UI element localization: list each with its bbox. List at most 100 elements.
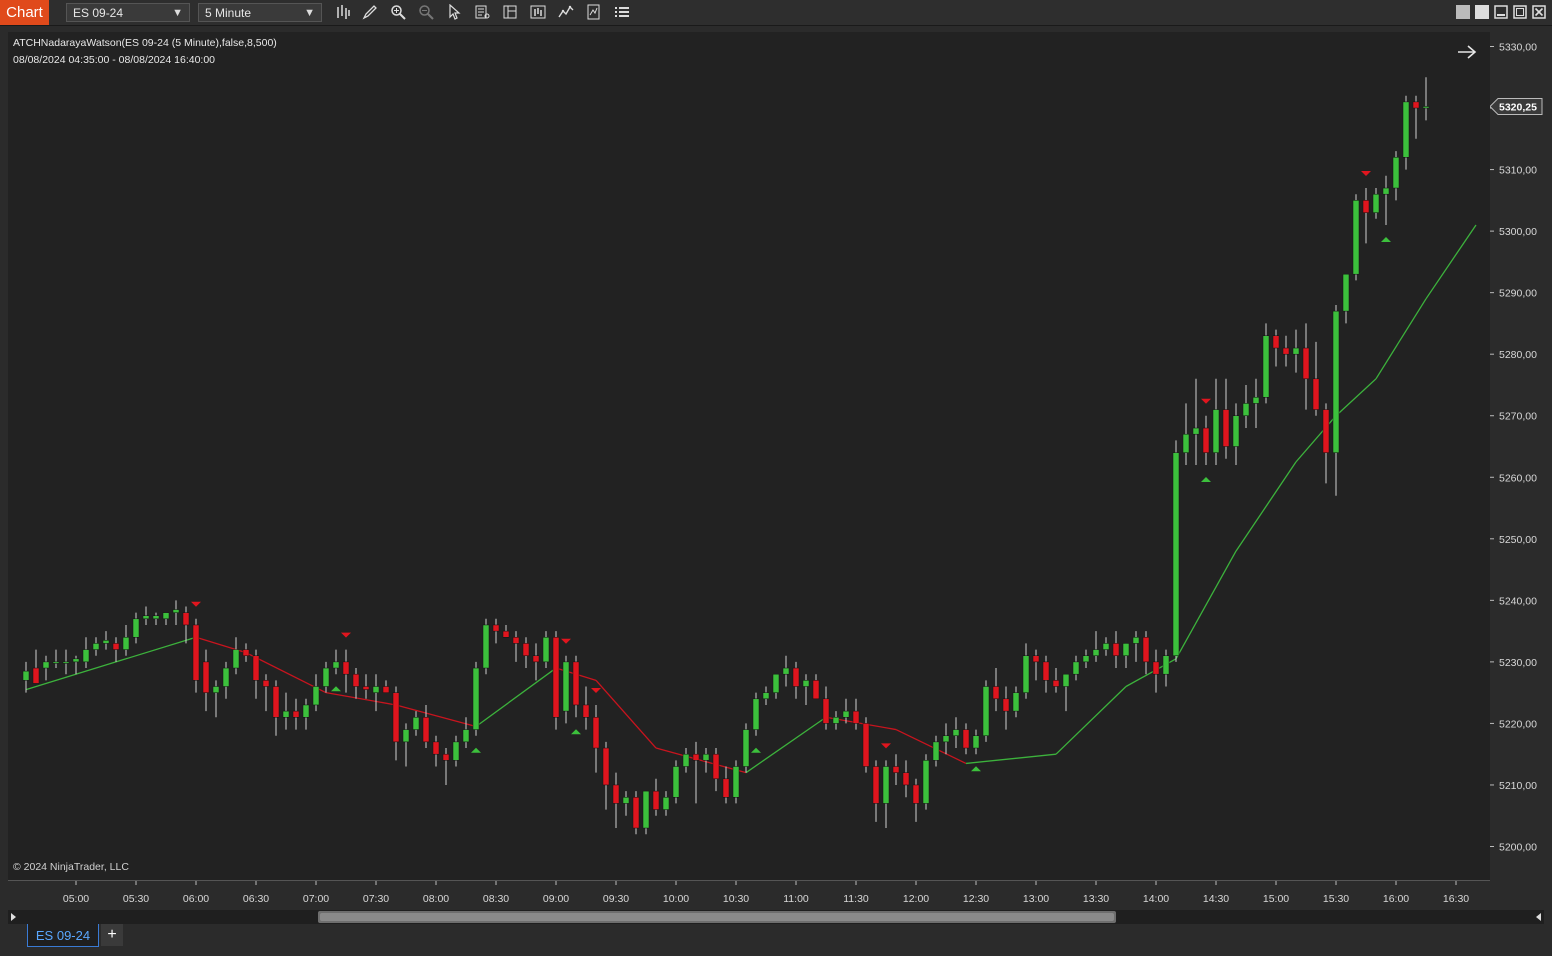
candle-body bbox=[1132, 637, 1140, 644]
chart-trader-icon[interactable] bbox=[530, 4, 546, 20]
chevron-down-icon: ▼ bbox=[172, 7, 183, 19]
y-tick-label: 5300,00 bbox=[1499, 226, 1537, 238]
buy-signal-arrow bbox=[1381, 236, 1391, 242]
pointer-icon[interactable] bbox=[446, 4, 462, 20]
properties-icon[interactable] bbox=[614, 4, 630, 20]
candle-body bbox=[242, 649, 250, 656]
maximize-icon[interactable] bbox=[1513, 5, 1527, 19]
chart-style-icon[interactable] bbox=[502, 4, 518, 20]
minimize-icon[interactable] bbox=[1494, 5, 1508, 19]
arrow-right-icon[interactable] bbox=[1456, 44, 1478, 60]
nw-line-segment bbox=[1335, 378, 1377, 417]
candle-body bbox=[1022, 655, 1030, 693]
candle-body bbox=[372, 686, 380, 693]
candle-body bbox=[232, 649, 240, 669]
sell-signal-arrow bbox=[591, 687, 601, 693]
candle-body bbox=[742, 729, 750, 767]
candle-body bbox=[902, 772, 910, 786]
tab-es-09-24[interactable]: ES 09-24 bbox=[27, 924, 99, 947]
candle-body bbox=[722, 778, 730, 798]
nw-line-segment bbox=[1425, 224, 1477, 300]
candle-body bbox=[1332, 310, 1340, 453]
buy-signal-arrow bbox=[751, 747, 761, 753]
candle-body bbox=[1302, 347, 1310, 380]
horizontal-scrollbar[interactable] bbox=[8, 910, 1544, 924]
candlestick-chart[interactable] bbox=[8, 32, 1490, 880]
candle-body bbox=[272, 686, 280, 718]
zoom-in-icon[interactable] bbox=[390, 4, 406, 20]
sell-signal-arrow bbox=[341, 632, 351, 638]
candle-body bbox=[552, 637, 560, 718]
draw-pencil-icon[interactable] bbox=[362, 4, 378, 20]
instrument-selector[interactable]: ES 09-24 ▼ bbox=[66, 3, 190, 22]
nw-line-segment bbox=[655, 747, 747, 774]
candle-body bbox=[772, 673, 780, 693]
zoom-out-icon[interactable] bbox=[418, 4, 434, 20]
candle-body bbox=[852, 710, 860, 724]
indicator-label: ATCHNadarayaWatson(ES 09-24 (5 Minute),f… bbox=[13, 37, 277, 49]
y-tick-label: 5250,00 bbox=[1499, 534, 1537, 546]
indicators-icon[interactable] bbox=[558, 4, 574, 20]
candle-body bbox=[192, 624, 200, 681]
x-tick-label: 11:30 bbox=[843, 893, 869, 905]
tile-icon[interactable] bbox=[1475, 5, 1489, 19]
candle-body bbox=[732, 766, 740, 798]
candle-body bbox=[282, 710, 290, 718]
price-axis[interactable]: 5330,005320,005310,005300,005290,005280,… bbox=[1489, 32, 1552, 880]
chevron-down-icon: ▼ bbox=[304, 7, 315, 19]
candle-body bbox=[332, 661, 340, 669]
templates-icon[interactable] bbox=[586, 4, 602, 20]
candle-body bbox=[452, 741, 460, 761]
candle-body bbox=[1412, 101, 1420, 109]
candle-body bbox=[472, 667, 480, 730]
sell-signal-arrow bbox=[191, 601, 201, 607]
candle-body bbox=[1002, 698, 1010, 712]
candle-body bbox=[182, 612, 190, 626]
candle-body bbox=[1102, 643, 1110, 650]
x-tick-label: 11:00 bbox=[783, 893, 809, 905]
nw-line-segment bbox=[395, 704, 477, 728]
candle-body bbox=[812, 680, 820, 700]
chart-menu-button[interactable]: Chart bbox=[0, 0, 49, 25]
x-tick-label: 07:00 bbox=[303, 893, 329, 905]
candle-body bbox=[1062, 673, 1070, 687]
candle-body bbox=[642, 790, 650, 829]
data-box-icon[interactable] bbox=[474, 4, 490, 20]
candle-body bbox=[762, 692, 770, 700]
candle-body bbox=[1372, 193, 1380, 213]
candle-body bbox=[252, 655, 260, 681]
candle-body bbox=[462, 729, 470, 743]
interval-value: 5 Minute bbox=[205, 6, 252, 20]
add-tab-button[interactable]: + bbox=[101, 924, 123, 946]
time-axis[interactable]: 05:00 05:30 06:00 06:30 07:00 07:30 08:00 08:30… bbox=[8, 880, 1490, 911]
candle-body bbox=[1322, 409, 1330, 453]
candle-body bbox=[532, 655, 540, 663]
candle-body bbox=[52, 661, 60, 664]
candle-body bbox=[82, 649, 90, 663]
candle-body bbox=[582, 704, 590, 718]
price-panel[interactable] bbox=[8, 32, 1490, 880]
scroll-right-icon[interactable] bbox=[1536, 913, 1541, 921]
candle-body bbox=[152, 615, 160, 620]
candle-body bbox=[872, 766, 880, 804]
buy-signal-arrow bbox=[471, 747, 481, 753]
scroll-left-icon[interactable] bbox=[11, 913, 16, 921]
nw-line-segment bbox=[595, 679, 657, 749]
interval-selector[interactable]: 5 Minute ▼ bbox=[198, 3, 322, 22]
candle-body bbox=[982, 686, 990, 736]
restore-icon[interactable] bbox=[1456, 5, 1470, 19]
close-icon[interactable] bbox=[1532, 5, 1546, 19]
candle-body bbox=[662, 797, 670, 810]
scroll-thumb-highlight bbox=[320, 913, 1114, 921]
x-tick-label: 06:30 bbox=[243, 893, 269, 905]
x-tick-label: 05:30 bbox=[123, 893, 149, 905]
candle-body bbox=[492, 624, 500, 632]
candle-body bbox=[1252, 397, 1260, 404]
candle-body bbox=[1092, 649, 1100, 656]
candle-body bbox=[842, 710, 850, 718]
nw-line-segment bbox=[965, 753, 1057, 765]
candle-body bbox=[392, 692, 400, 743]
bars-type-icon[interactable] bbox=[335, 4, 351, 20]
candle-body bbox=[42, 661, 50, 669]
y-tick-label: 5260,00 bbox=[1499, 472, 1537, 484]
